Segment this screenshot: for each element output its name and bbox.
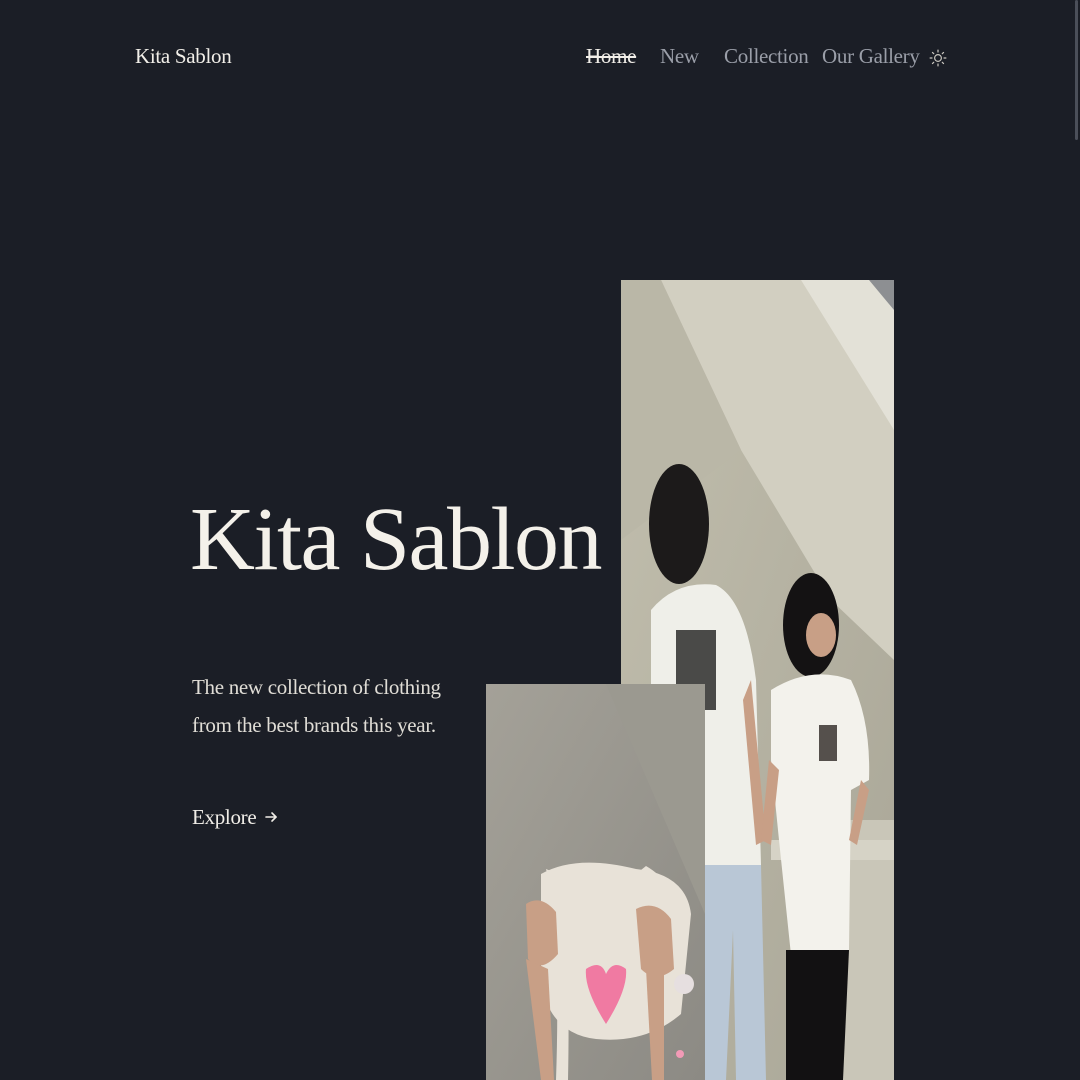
page-scrollbar[interactable] (1072, 0, 1080, 1080)
nav-item-new[interactable]: New (660, 44, 699, 69)
brand-logo[interactable]: Kita Sablon (135, 44, 232, 69)
nav-item-collection[interactable]: Collection (724, 44, 809, 69)
explore-link[interactable]: Explore (192, 802, 278, 832)
page: Kita Sablon Home New Collection Our Gall… (0, 0, 1080, 1080)
hero-title: Kita Sablon (190, 490, 602, 589)
nav-item-our-gallery[interactable]: Our Gallery (822, 44, 920, 69)
nav-item-home[interactable]: Home (586, 44, 636, 69)
arrow-right-icon (265, 812, 278, 822)
sun-icon (929, 49, 947, 67)
scrollbar-thumb[interactable] (1075, 0, 1078, 140)
theme-toggle-button[interactable] (928, 44, 948, 72)
explore-label: Explore (192, 804, 257, 829)
hero-subtitle: The new collection of clothing from the … (192, 675, 441, 737)
hero-photo-shirt (486, 684, 705, 1080)
